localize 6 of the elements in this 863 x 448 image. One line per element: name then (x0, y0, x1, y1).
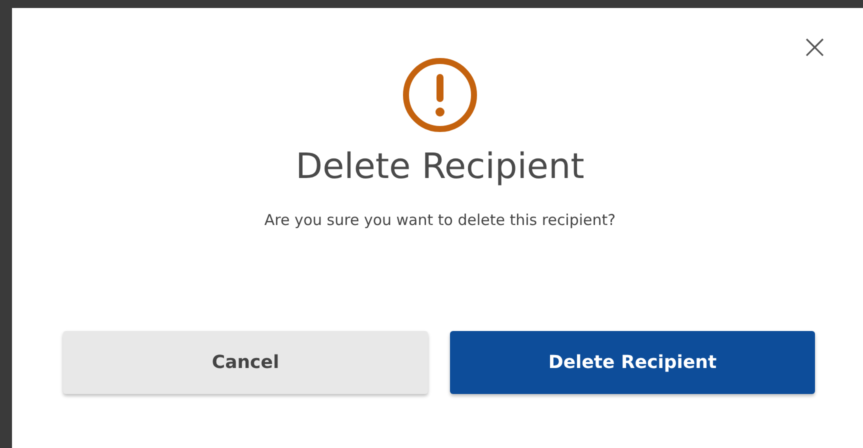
dialog-title: Delete Recipient (296, 147, 584, 187)
dialog-message: Are you sure you want to delete this recipient? (264, 211, 616, 229)
delete-button[interactable]: Delete Recipient (450, 331, 815, 394)
warning-icon (402, 57, 478, 133)
cancel-button[interactable]: Cancel (63, 331, 428, 394)
close-button[interactable]: × (796, 32, 833, 62)
